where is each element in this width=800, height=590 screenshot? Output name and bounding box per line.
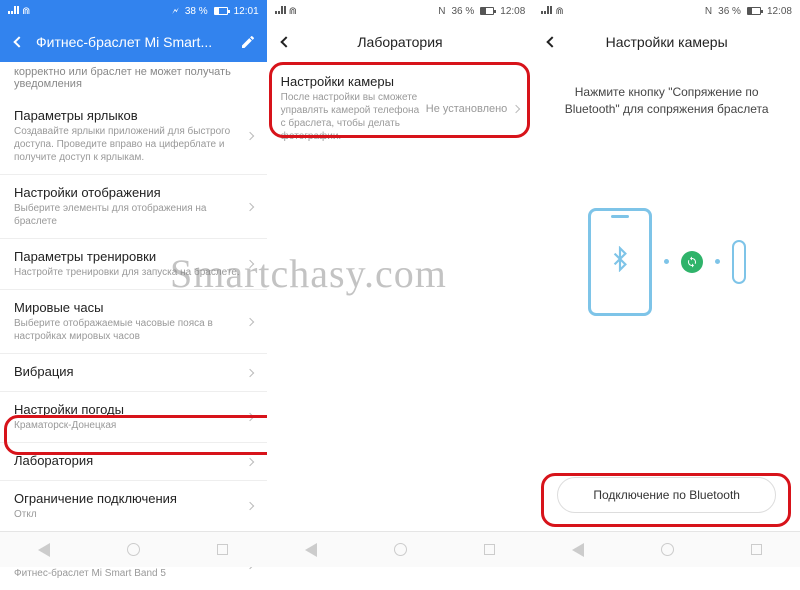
item-vibration[interactable]: Вибрация [0, 354, 267, 392]
battery-percent: 38 % [185, 6, 208, 17]
edit-button[interactable] [239, 33, 257, 51]
item-value: Не установлено [426, 103, 508, 115]
button-label: Подключение по Bluetooth [593, 488, 740, 502]
wifi-icon: ⋒ [555, 6, 563, 17]
connect-bluetooth-button[interactable]: Подключение по Bluetooth [557, 477, 776, 513]
nav-home-icon[interactable] [394, 543, 407, 556]
nav-recent-icon[interactable] [484, 544, 495, 555]
item-sub: Создавайте ярлыки приложений для быстрог… [14, 125, 247, 164]
chevron-right-icon [245, 132, 253, 140]
item-connection-limit[interactable]: Ограничение подключения Откл [0, 481, 267, 532]
band-icon [732, 240, 746, 284]
wifi-icon: ⋒ [289, 6, 297, 17]
item-title: Настройки погоды [14, 402, 247, 417]
status-time: 12:01 [234, 6, 259, 17]
item-sub: Фитнес-браслет Mi Smart Band 5 [14, 567, 247, 580]
screen-camera-pairing: ⋒ N 36 % 12:08 Настройки камеры Нажмите … [533, 0, 800, 567]
chevron-right-icon [245, 317, 253, 325]
item-sub: Настройте тренировки для запуска на брас… [14, 266, 247, 279]
battery-icon: 🗲 [172, 6, 179, 17]
item-sub: Краматорск-Донецкая [14, 419, 247, 432]
item-sub: Выберите элементы для отображения на бра… [14, 202, 247, 228]
chevron-left-icon [547, 36, 558, 47]
dot-icon [715, 259, 720, 264]
item-title: Лаборатория [14, 453, 247, 468]
sync-icon [681, 251, 703, 273]
item-camera-settings[interactable]: Настройки камеры После настройки вы смож… [267, 62, 534, 155]
chevron-right-icon [245, 202, 253, 210]
item-title: Вибрация [14, 364, 247, 379]
status-bar: ⋒ N 36 % 12:08 [267, 0, 534, 22]
chevron-right-icon [245, 502, 253, 510]
item-title: Параметры тренировки [14, 249, 247, 264]
signal-icon [541, 6, 551, 14]
nfc-icon: N [705, 6, 712, 17]
nav-back-icon[interactable] [38, 543, 50, 557]
back-button[interactable] [543, 33, 561, 51]
signal-icon [8, 6, 18, 14]
back-button[interactable] [10, 33, 28, 51]
item-lab[interactable]: Лаборатория [0, 443, 267, 481]
item-title: Мировые часы [14, 300, 247, 315]
chevron-right-icon [245, 457, 253, 465]
chevron-right-icon [245, 413, 253, 421]
partial-cut-text: корректно или браслет не может получать … [0, 62, 267, 98]
nav-back-icon[interactable] [305, 543, 317, 557]
pairing-description: Нажмите кнопку "Сопряжение по Bluetooth"… [533, 62, 800, 118]
nfc-icon: N [438, 6, 445, 17]
status-bar: ⋒ 🗲 38 % 12:01 [0, 0, 267, 22]
chevron-right-icon [245, 368, 253, 376]
signal-icon [275, 6, 285, 14]
battery-bar-icon [214, 7, 228, 15]
item-sub: Откл [14, 508, 247, 521]
android-nav-bar [267, 531, 534, 567]
nav-recent-icon[interactable] [751, 544, 762, 555]
phone-icon [588, 208, 652, 316]
item-sub: После настройки вы сможете управлять кам… [281, 91, 426, 143]
item-title: Настройки камеры [281, 74, 426, 89]
nav-home-icon[interactable] [127, 543, 140, 556]
battery-bar-icon [747, 7, 761, 15]
battery-percent: 36 % [718, 6, 741, 17]
header: Лаборатория [267, 22, 534, 62]
dot-icon [664, 259, 669, 264]
page-title: Лаборатория [301, 34, 500, 50]
nav-home-icon[interactable] [661, 543, 674, 556]
screen-lab: ⋒ N 36 % 12:08 Лаборатория Настройки кам… [267, 0, 534, 567]
item-shortcuts[interactable]: Параметры ярлыков Создавайте ярлыки прило… [0, 98, 267, 175]
item-sub: Выберите отображаемые часовые пояса в на… [14, 317, 247, 343]
item-title: Настройки отображения [14, 185, 247, 200]
back-button[interactable] [277, 33, 295, 51]
screen-band-settings: ⋒ 🗲 38 % 12:01 Фитнес-браслет Mi Smart..… [0, 0, 267, 567]
item-worldclock[interactable]: Мировые часы Выберите отображаемые часовы… [0, 290, 267, 354]
page-title: Фитнес-браслет Mi Smart... [36, 34, 233, 50]
android-nav-bar [533, 531, 800, 567]
android-nav-bar [0, 531, 267, 567]
bluetooth-icon [607, 246, 633, 277]
item-weather[interactable]: Настройки погоды Краматорск-Донецкая [0, 392, 267, 443]
chevron-right-icon [512, 104, 520, 112]
header: Настройки камеры [533, 22, 800, 62]
edit-icon [240, 34, 256, 50]
item-display[interactable]: Настройки отображения Выберите элементы д… [0, 175, 267, 239]
chevron-left-icon [13, 36, 24, 47]
status-bar: ⋒ N 36 % 12:08 [533, 0, 800, 22]
battery-percent: 36 % [451, 6, 474, 17]
item-workout[interactable]: Параметры тренировки Настройте тренировки… [0, 239, 267, 290]
item-title: Параметры ярлыков [14, 108, 247, 123]
chevron-left-icon [280, 36, 291, 47]
nav-recent-icon[interactable] [217, 544, 228, 555]
item-title: Ограничение подключения [14, 491, 247, 506]
pairing-illustration [533, 208, 800, 316]
settings-list: Параметры ярлыков Создавайте ярлыки прило… [0, 98, 267, 590]
status-time: 12:08 [500, 6, 525, 17]
header: Фитнес-браслет Mi Smart... [0, 22, 267, 62]
chevron-right-icon [245, 260, 253, 268]
battery-bar-icon [480, 7, 494, 15]
nav-back-icon[interactable] [572, 543, 584, 557]
wifi-icon: ⋒ [22, 6, 30, 17]
status-time: 12:08 [767, 6, 792, 17]
page-title: Настройки камеры [567, 34, 766, 50]
